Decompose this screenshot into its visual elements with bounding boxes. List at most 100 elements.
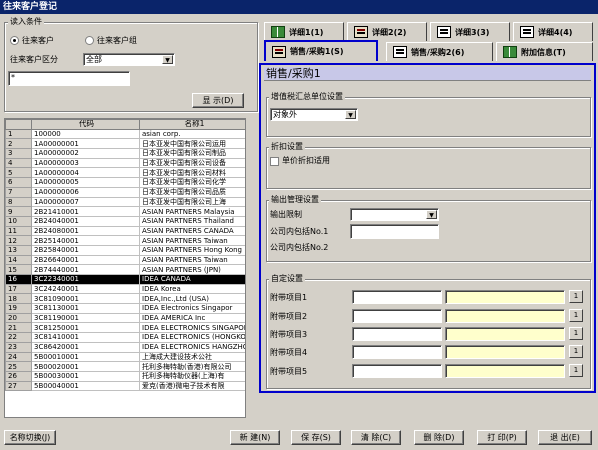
row-code[interactable]: 2B26640001: [31, 254, 140, 266]
tab-detail4[interactable]: 详细4(4): [513, 22, 593, 41]
row-code[interactable]: 1A00000004: [31, 167, 140, 179]
row-code[interactable]: 2B24040001: [31, 215, 140, 227]
row-number[interactable]: 23: [5, 341, 32, 353]
table-row[interactable]: 23 3C86420001 IDEA ELECTRONICS HANGZHOU: [5, 341, 245, 353]
row-number[interactable]: 26: [5, 370, 32, 382]
chevron-down-icon[interactable]: ▼: [162, 55, 173, 64]
row-code[interactable]: 1A00000007: [31, 196, 140, 208]
row-name[interactable]: IDEA ELECTRONICS SINGAPOR: [139, 322, 245, 334]
table-row[interactable]: 15 2B74440001 ASIAN PARTNERS (JPN): [5, 264, 245, 275]
row-name[interactable]: ASIAN PARTNERS (JPN): [139, 264, 245, 275]
table-row[interactable]: 13 2B25840001 ASIAN PARTNERS Hong Kong: [5, 244, 245, 256]
output-limit-select[interactable]: ▼: [350, 208, 439, 221]
table-header-code[interactable]: 代码: [31, 119, 140, 130]
custom5-lookup-button[interactable]: 1: [569, 364, 583, 377]
table-row[interactable]: 11 2B24080001 ASIAN PARTNERS CANADA: [5, 225, 245, 237]
vat-select[interactable]: 对象外 ▼: [270, 108, 358, 121]
chevron-down-icon[interactable]: ▼: [345, 110, 356, 119]
row-code[interactable]: 3C24240001: [31, 283, 140, 295]
row-number[interactable]: 21: [5, 322, 32, 334]
custom4-code-field[interactable]: [352, 345, 442, 359]
custom2-code-field[interactable]: [352, 309, 442, 323]
custom5-name-field[interactable]: [445, 364, 565, 378]
row-name[interactable]: 日本亚发中国有限公司化学: [139, 177, 245, 188]
row-name[interactable]: 上海成大建设技术公社: [139, 351, 245, 363]
row-code[interactable]: 5B00020001: [31, 361, 140, 372]
tab-sales2[interactable]: 销售/采购2(6): [386, 42, 493, 61]
row-code[interactable]: 3C81410001: [31, 332, 140, 343]
print-button[interactable]: 打 印(P): [477, 430, 527, 445]
row-number[interactable]: 19: [5, 303, 32, 314]
row-name[interactable]: 日本亚发中国有限公司运用: [139, 138, 245, 150]
table-row[interactable]: 9 2B21410001 ASIAN PARTNERS Malaysia: [5, 206, 245, 217]
tab-extra-info[interactable]: 附加信息(T): [496, 42, 593, 61]
custom2-lookup-button[interactable]: 1: [569, 309, 583, 322]
table-header-name[interactable]: 名称1: [139, 119, 245, 130]
row-code[interactable]: 100000: [31, 128, 140, 140]
row-code[interactable]: 3C22340001: [31, 274, 140, 285]
name-switch-button[interactable]: 名称切换(J): [4, 430, 56, 445]
row-name[interactable]: ASIAN PARTNERS Malaysia: [139, 206, 245, 217]
row-name[interactable]: IDEA ELECTRONICS HANGZHOU: [139, 341, 245, 353]
row-code[interactable]: 2B25140001: [31, 235, 140, 246]
row-number[interactable]: 11: [5, 225, 32, 237]
radio-customer-group[interactable]: 往来客户组: [85, 35, 137, 46]
row-number[interactable]: 4: [5, 157, 32, 169]
row-name[interactable]: 托利多梅特勒仪器(上海)有: [139, 370, 245, 382]
row-code[interactable]: 1A00000005: [31, 177, 140, 188]
row-code[interactable]: 5B00010001: [31, 351, 140, 363]
row-code[interactable]: 1A00000006: [31, 186, 140, 198]
search-input[interactable]: *: [8, 71, 130, 86]
row-number[interactable]: 3: [5, 148, 32, 159]
row-code[interactable]: 3C81090001: [31, 293, 140, 305]
table-row[interactable]: 7 1A00000006 日本亚发中国有限公司品质: [5, 186, 245, 198]
row-number[interactable]: 22: [5, 332, 32, 343]
row-number[interactable]: 16: [5, 274, 32, 285]
row-name[interactable]: ASIAN PARTNERS Thailand: [139, 215, 245, 227]
custom5-code-field[interactable]: [352, 364, 442, 378]
table-row[interactable]: 24 5B00010001 上海成大建设技术公社: [5, 351, 245, 363]
table-row[interactable]: 22 3C81410001 IDEA ELECTRONICS (HONGKON: [5, 332, 245, 343]
row-name[interactable]: 日本亚发中国有限公司设备: [139, 157, 245, 169]
table-row[interactable]: 17 3C24240001 IDEA Korea: [5, 283, 245, 295]
row-number[interactable]: 6: [5, 177, 32, 188]
row-number[interactable]: 12: [5, 235, 32, 246]
row-number[interactable]: 10: [5, 215, 32, 227]
row-name[interactable]: 日本亚发中国有限公司材料: [139, 167, 245, 179]
clear-button[interactable]: 清 除(C): [351, 430, 401, 445]
row-number[interactable]: 14: [5, 254, 32, 266]
row-name[interactable]: IDEA ELECTRONICS (HONGKON: [139, 332, 245, 343]
exit-button[interactable]: 退 出(E): [538, 430, 592, 445]
row-code[interactable]: 2B21410001: [31, 206, 140, 217]
tab-sales1[interactable]: 销售/采购1(S): [264, 40, 378, 61]
row-name[interactable]: 爱克(香港)微电子技术有限: [139, 380, 245, 392]
row-name[interactable]: 日本亚发中国有限公司品质: [139, 186, 245, 198]
company-no1-field[interactable]: [350, 224, 439, 239]
row-name[interactable]: ASIAN PARTNERS CANADA: [139, 225, 245, 237]
table-row[interactable]: 1 100000 asian corp.: [5, 128, 245, 140]
row-name[interactable]: asian corp.: [139, 128, 245, 140]
row-number[interactable]: 2: [5, 138, 32, 150]
row-number[interactable]: 17: [5, 283, 32, 295]
custom3-lookup-button[interactable]: 1: [569, 327, 583, 340]
row-number[interactable]: 5: [5, 167, 32, 179]
table-row[interactable]: 25 5B00020001 托利多梅特勒(香港)有限公司: [5, 361, 245, 372]
table-row[interactable]: 3 1A00000002 日本亚发中国有限公司制品: [5, 148, 245, 159]
row-number[interactable]: 9: [5, 206, 32, 217]
row-code[interactable]: 3C81130001: [31, 303, 140, 314]
row-code[interactable]: 5B00030001: [31, 370, 140, 382]
tab-detail3[interactable]: 详细3(3): [430, 22, 510, 41]
row-code[interactable]: 1A00000003: [31, 157, 140, 169]
table-row[interactable]: 4 1A00000003 日本亚发中国有限公司设备: [5, 157, 245, 169]
table-row[interactable]: 26 5B00030001 托利多梅特勒仪器(上海)有: [5, 370, 245, 382]
row-name[interactable]: 托利多梅特勒(香港)有限公司: [139, 361, 245, 372]
discount-checkbox-row[interactable]: 单价折扣适用: [270, 156, 330, 166]
radio-customer[interactable]: 往来客户: [10, 35, 54, 46]
radio-customer-group-circle[interactable]: [85, 36, 94, 45]
row-code[interactable]: 3C81190001: [31, 312, 140, 324]
discount-checkbox[interactable]: [270, 156, 279, 166]
radio-customer-circle[interactable]: [10, 36, 19, 45]
row-name[interactable]: IDEA Electronics Singapor: [139, 303, 245, 314]
category-select[interactable]: 全部 ▼: [83, 53, 175, 66]
customer-grid[interactable]: 代码 名称1 1 100000 asian corp. 2 1A00000001 日本亚发…: [4, 118, 246, 418]
